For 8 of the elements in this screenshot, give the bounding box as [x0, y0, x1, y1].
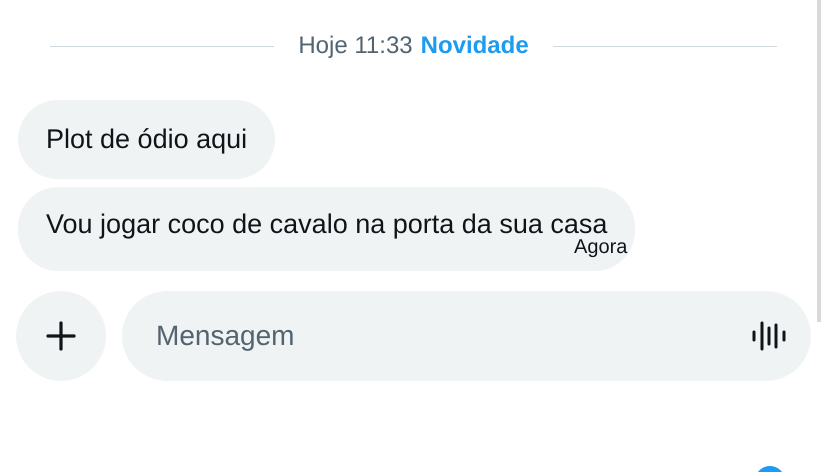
- date-label: Hoje 11:33: [298, 32, 413, 60]
- message-text: Plot de ódio aqui: [46, 123, 248, 156]
- message-input[interactable]: Mensagem: [154, 319, 751, 353]
- plus-icon: [46, 321, 76, 351]
- message-field[interactable]: Mensagem: [122, 291, 811, 381]
- new-label: Novidade: [420, 32, 529, 60]
- message-text: Vou jogar coco de cavalo na porta da sua casa: [46, 208, 608, 239]
- message-time: Agora: [574, 236, 628, 259]
